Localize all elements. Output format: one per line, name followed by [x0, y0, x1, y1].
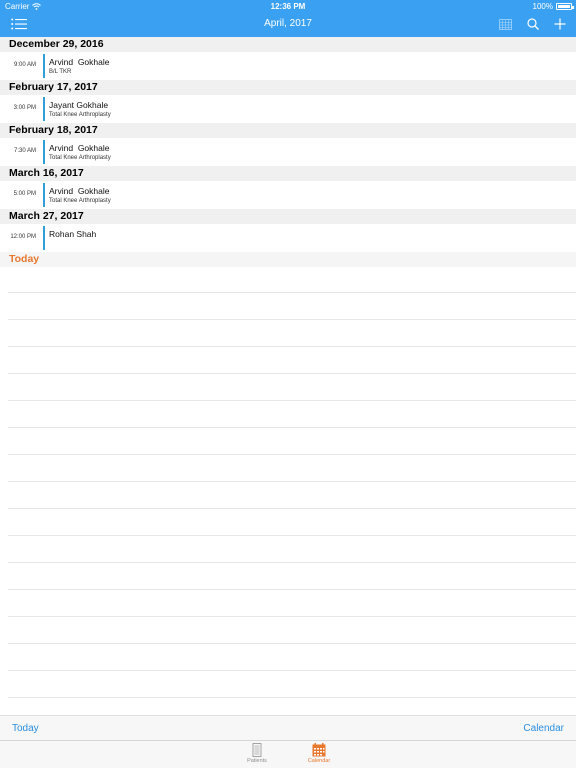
tab-label: Calendar: [307, 758, 331, 764]
patients-icon: [252, 743, 262, 757]
empty-slot: [8, 427, 576, 454]
empty-slot: [8, 373, 576, 400]
calendar-button[interactable]: Calendar: [523, 723, 564, 734]
appointment-bar: [43, 97, 45, 121]
empty-slot: [8, 508, 576, 535]
tab-bar: Patients Calendar: [0, 740, 576, 768]
bottom-toolbar: Today Calendar: [0, 715, 576, 740]
patient-name: Arvind Gokhale: [49, 143, 110, 153]
battery-indicator: 100%: [532, 2, 574, 11]
tab-calendar[interactable]: Calendar: [299, 743, 339, 764]
appointment-bar: [43, 54, 45, 78]
search-icon[interactable]: [524, 16, 542, 32]
appointment-time: 9:00 AM: [13, 62, 36, 68]
appointment-row[interactable]: 12:00 PM Rohan Shah: [0, 224, 576, 252]
procedure-name: Total Knee Arthroplasty: [49, 112, 111, 118]
navigation-bar: April, 2017: [0, 12, 576, 37]
empty-slot: [8, 319, 576, 346]
appointment-row[interactable]: 9:00 AM Arvind Gokhale B/L TKR: [0, 52, 576, 80]
day-header: March 27, 2017: [0, 209, 576, 224]
nav-title: April, 2017: [264, 18, 312, 29]
battery-icon: [556, 3, 574, 10]
patient-name: Rohan Shah: [49, 229, 97, 239]
empty-slot: [8, 589, 576, 616]
empty-slot: [8, 292, 576, 319]
empty-slot: [8, 535, 576, 562]
battery-percent: 100%: [532, 2, 553, 11]
procedure-name: B/L TKR: [49, 69, 72, 75]
appointment-time: 12:00 PM: [10, 234, 36, 240]
appointment-time: 3:00 PM: [13, 105, 36, 111]
empty-slot: [8, 481, 576, 508]
calendar-icon: [312, 743, 326, 757]
appointment-time: 5:00 PM: [13, 191, 36, 197]
procedure-name: Total Knee Arthroplasty: [49, 198, 111, 204]
day-header: February 17, 2017: [0, 80, 576, 95]
empty-slot: [8, 643, 576, 670]
appointment-bar: [43, 183, 45, 207]
tab-patients[interactable]: Patients: [237, 743, 277, 764]
empty-slot: [8, 670, 576, 697]
procedure-name: Total Knee Arthroplasty: [49, 155, 111, 161]
appointment-row[interactable]: 3:00 PM Jayant Gokhale Total Knee Arthro…: [0, 95, 576, 123]
grid-icon[interactable]: [496, 16, 514, 32]
appointment-bar: [43, 226, 45, 250]
day-header: March 16, 2017: [0, 166, 576, 181]
status-time: 12:36 PM: [270, 2, 306, 11]
appointment-list: December 29, 2016 9:00 AM Arvind Gokhale…: [0, 37, 576, 267]
patient-name: Jayant Gokhale: [49, 100, 109, 110]
add-icon[interactable]: [551, 16, 569, 32]
tab-label: Patients: [247, 758, 267, 764]
patient-name: Arvind Gokhale: [49, 186, 110, 196]
empty-slot: [8, 616, 576, 643]
today-button[interactable]: Today: [12, 723, 39, 734]
day-header: February 18, 2017: [0, 123, 576, 138]
empty-slot: [8, 400, 576, 427]
appointment-bar: [43, 140, 45, 164]
empty-slot: [8, 454, 576, 481]
today-header: Today: [0, 252, 576, 267]
empty-slot: [8, 562, 576, 589]
empty-slots: [8, 292, 576, 724]
patient-name: Arvind Gokhale: [49, 57, 110, 67]
status-bar: Carrier 12:36 PM 100%: [0, 0, 576, 12]
appointment-time: 7:30 AM: [13, 148, 36, 154]
day-header: December 29, 2016: [0, 37, 576, 52]
appointment-row[interactable]: 5:00 PM Arvind Gokhale Total Knee Arthro…: [0, 181, 576, 209]
appointment-row[interactable]: 7:30 AM Arvind Gokhale Total Knee Arthro…: [0, 138, 576, 166]
empty-slot: [8, 346, 576, 373]
